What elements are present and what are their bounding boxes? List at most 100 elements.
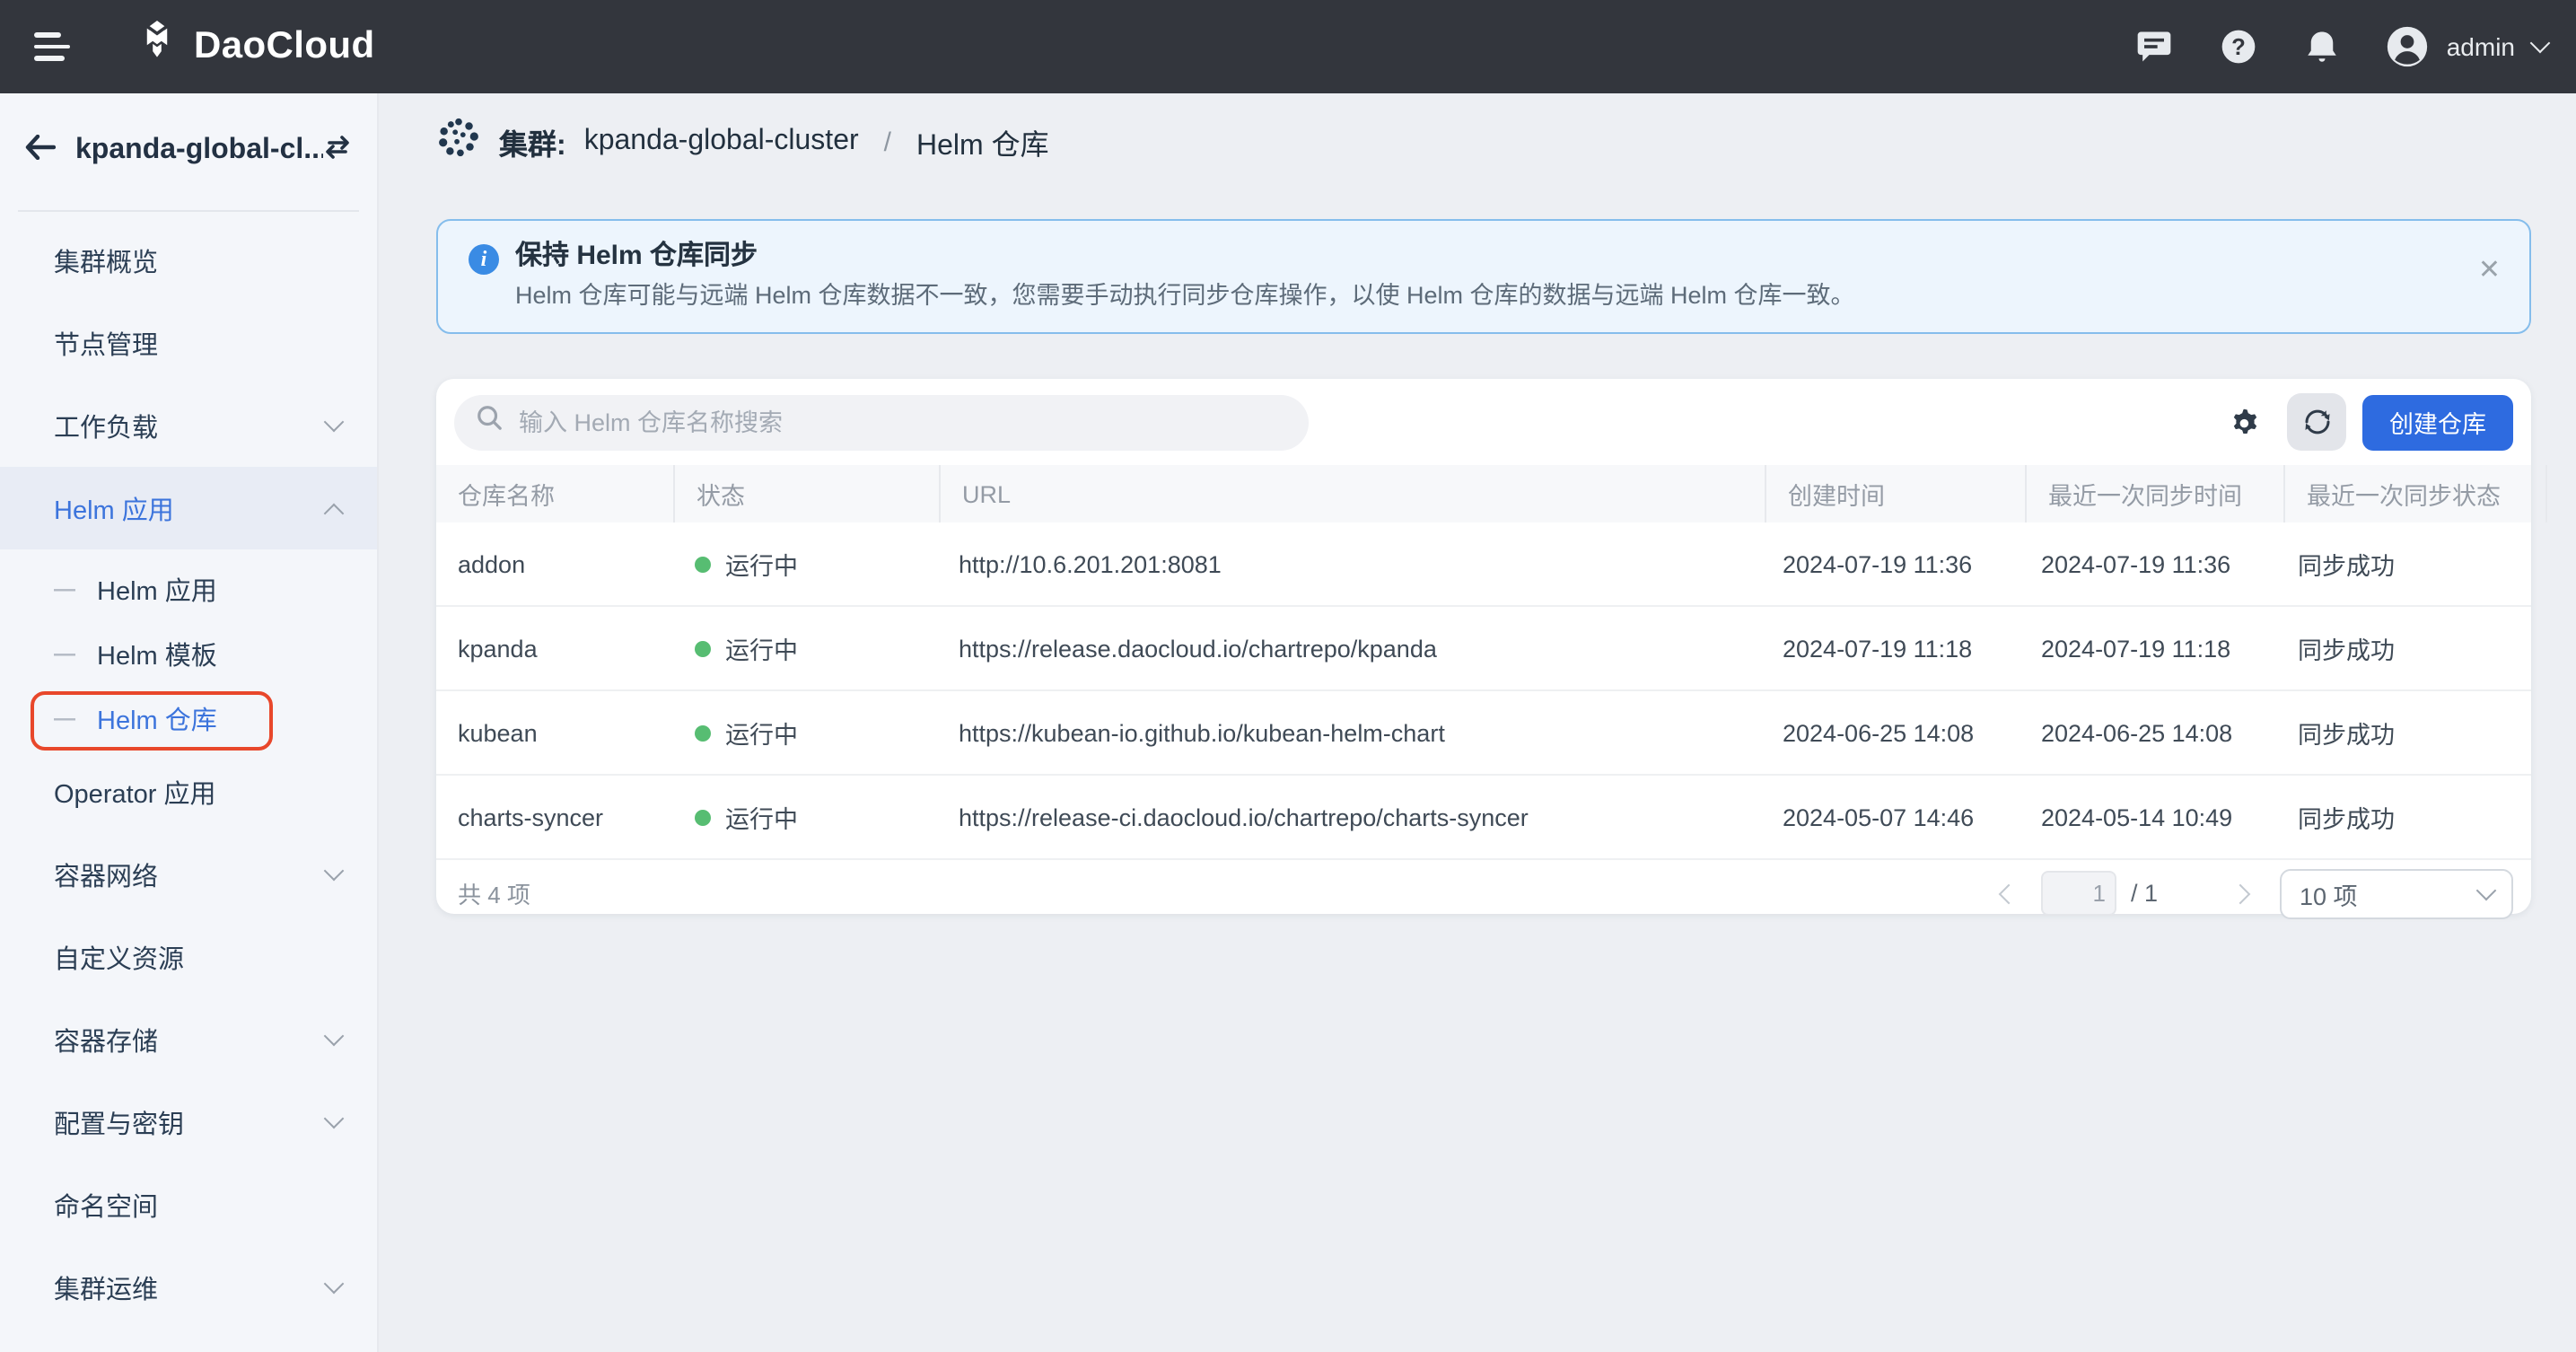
url-cell: https://kubean-io.github.io/kubean-helm-… <box>937 719 1761 746</box>
sidebar-item-helm-apps[interactable]: —Helm 应用 <box>0 557 377 621</box>
repo-name-cell: addon <box>436 550 673 577</box>
status-cell: 运行中 <box>673 546 937 582</box>
table-row: addon运行中http://10.6.201.201:80812024-07-… <box>436 522 2531 607</box>
create-repo-button[interactable]: 创建仓库 <box>2362 394 2513 450</box>
breadcrumb-cluster-value[interactable]: kpanda-global-cluster <box>584 126 859 158</box>
table-header-row: 仓库名称状态URL创建时间最近一次同步时间最近一次同步状态 <box>436 465 2531 522</box>
sidebar-item-operator-apps[interactable]: Operator 应用 <box>0 751 377 833</box>
url-cell: https://release.daocloud.io/chartrepo/kp… <box>937 635 1761 662</box>
alert-close-icon[interactable]: ✕ <box>2478 257 2501 284</box>
sidebar-item-cluster-ops[interactable]: 集群运维 <box>0 1246 377 1329</box>
settings-gear-icon[interactable] <box>2217 395 2271 449</box>
url-cell: https://release-ci.daocloud.io/chartrepo… <box>937 803 1761 830</box>
sidebar-item-namespaces[interactable]: 命名空间 <box>0 1163 377 1246</box>
help-icon[interactable]: ? <box>2217 25 2260 68</box>
alert-title: 保持 Helm 仓库同步 <box>515 237 1855 277</box>
sidebar-item-label: 集群概览 <box>54 241 158 279</box>
previous-page-icon[interactable] <box>1999 883 2020 904</box>
status-text: 运行中 <box>725 799 798 835</box>
sidebar-item-node-management[interactable]: 节点管理 <box>0 302 377 384</box>
submenu-dash: — <box>54 706 75 731</box>
list-toolbar: 创建仓库 <box>436 379 2531 465</box>
sync-status-cell: 同步成功 <box>2276 715 2537 751</box>
pagination: / 1 10 项 <box>2002 868 2513 918</box>
app-window: DaoCloud ? admin <box>0 0 2576 1352</box>
avatar <box>2386 25 2429 68</box>
table-row: kpanda运行中https://release.daocloud.io/cha… <box>436 607 2531 691</box>
column-header: 状态 <box>675 465 941 522</box>
status-running-dot-icon <box>695 556 711 572</box>
last-sync-time-cell: 2024-06-25 14:08 <box>2020 719 2276 746</box>
created-time-cell: 2024-06-25 14:08 <box>1761 719 2020 746</box>
created-time-cell: 2024-07-19 11:18 <box>1761 635 2020 662</box>
sidebar-item-label: 工作负载 <box>54 407 158 444</box>
sidebar-item-label: 命名空间 <box>54 1186 158 1224</box>
chevron-down-icon <box>324 1026 345 1047</box>
sidebar-item-workloads[interactable]: 工作负载 <box>0 384 377 467</box>
submenu-dash: — <box>54 641 75 666</box>
sidebar-item-label: 容器存储 <box>54 1021 158 1058</box>
chevron-down-icon <box>324 861 345 882</box>
cluster-dots-icon <box>436 115 481 169</box>
sidebar-item-label: Helm 仓库 <box>97 699 217 737</box>
chevron-down-icon <box>324 1109 345 1129</box>
sync-status-cell: 同步成功 <box>2276 546 2537 582</box>
sidebar-item-label: Helm 应用 <box>54 489 174 527</box>
status-cell: 运行中 <box>673 799 937 835</box>
next-page-icon[interactable] <box>2230 883 2251 904</box>
column-header <box>2547 465 2569 522</box>
breadcrumb-current-page: Helm 仓库 <box>916 120 1049 163</box>
topbar-actions: ? admin <box>2133 25 2576 68</box>
message-icon[interactable] <box>2133 25 2176 68</box>
column-header: 仓库名称 <box>436 465 675 522</box>
user-menu[interactable]: admin <box>2386 25 2547 68</box>
sidebar-item-helm-apps-group[interactable]: Helm 应用 <box>0 467 377 549</box>
back-arrow-icon[interactable] <box>25 134 56 168</box>
page-total-label: / 1 <box>2131 880 2158 907</box>
sidebar-item-container-network[interactable]: 容器网络 <box>0 833 377 916</box>
search-box <box>454 394 1309 450</box>
daocloud-logo-icon <box>135 19 180 75</box>
sidebar-item-config-secrets[interactable]: 配置与密钥 <box>0 1081 377 1163</box>
status-text: 运行中 <box>725 715 798 751</box>
status-running-dot-icon <box>695 809 711 825</box>
table-row: kubean运行中https://kubean-io.github.io/kub… <box>436 691 2531 776</box>
switch-cluster-icon[interactable] <box>323 134 352 168</box>
sidebar-item-cluster-overview[interactable]: 集群概览 <box>0 219 377 302</box>
search-input[interactable] <box>515 407 1287 437</box>
column-header: 最近一次同步时间 <box>2027 465 2285 522</box>
topbar: DaoCloud ? admin <box>0 0 2576 93</box>
status-cell: 运行中 <box>673 715 937 751</box>
info-icon: i <box>469 244 499 275</box>
sidebar: kpanda-global-cl... 集群概览节点管理工作负载Helm 应用—… <box>0 93 379 1352</box>
actions-cell <box>2537 797 2558 837</box>
page-size-chevron-icon <box>2476 880 2497 900</box>
repo-name-cell: charts-syncer <box>436 803 673 830</box>
sidebar-item-label: 集群运维 <box>54 1269 158 1306</box>
column-header: 最近一次同步状态 <box>2285 465 2547 522</box>
breadcrumb-cluster-label: 集群: <box>499 120 566 163</box>
search-icon <box>476 404 503 440</box>
created-time-cell: 2024-07-19 11:36 <box>1761 550 2020 577</box>
hamburger-menu-icon[interactable] <box>34 32 74 61</box>
sidebar-item-helm-repos[interactable]: — Helm 仓库 <box>0 686 377 751</box>
refresh-sync-button[interactable] <box>2287 393 2346 451</box>
submenu-dash: — <box>54 576 75 601</box>
table-body: addon运行中http://10.6.201.201:80812024-07-… <box>436 522 2531 860</box>
notification-bell-icon[interactable] <box>2301 25 2344 68</box>
chevron-down-icon <box>324 1274 345 1295</box>
alert-description: Helm 仓库可能与远端 Helm 仓库数据不一致，您需要手动执行同步仓库操作，… <box>515 277 1855 316</box>
table-row: charts-syncer 运行中 https://release-ci.daocl… <box>436 776 2531 860</box>
column-header: 创建时间 <box>1766 465 2027 522</box>
created-time-cell: 2024-05-07 14:46 <box>1761 803 2020 830</box>
actions-cell <box>2537 713 2558 752</box>
sidebar-item-container-storage[interactable]: 容器存储 <box>0 998 377 1081</box>
daocloud-logo[interactable]: DaoCloud <box>135 19 375 75</box>
sidebar-item-label: 容器网络 <box>54 856 158 893</box>
status-text: 运行中 <box>725 630 798 666</box>
info-alert-banner: i 保持 Helm 仓库同步 Helm 仓库可能与远端 Helm 仓库数据不一致… <box>436 219 2531 334</box>
page-size-select[interactable]: 10 项 <box>2280 868 2513 918</box>
sidebar-item-custom-resources[interactable]: 自定义资源 <box>0 916 377 998</box>
page-number-input[interactable] <box>2041 871 2116 916</box>
sidebar-item-helm-templates[interactable]: —Helm 模板 <box>0 621 377 686</box>
